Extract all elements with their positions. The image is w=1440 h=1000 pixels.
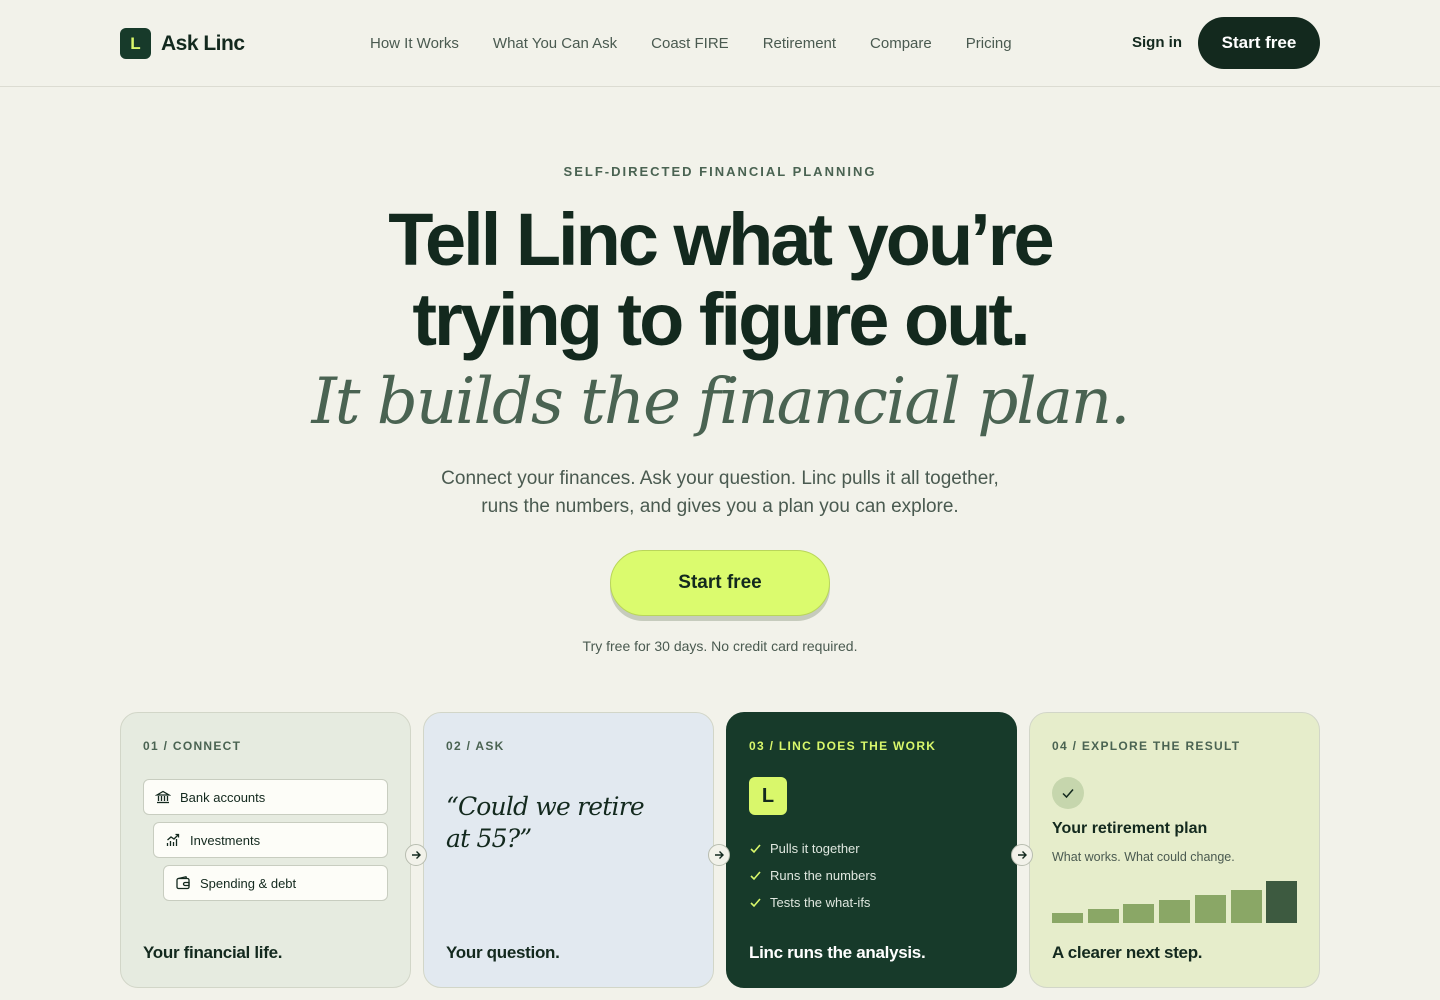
- sample-question: “Could we retire at 55?”: [446, 791, 676, 855]
- account-investments: Investments: [153, 822, 388, 858]
- nav-link-how-it-works[interactable]: How It Works: [370, 35, 459, 52]
- sample-question-line2: at 55?”: [446, 824, 532, 853]
- check-icon: [750, 898, 761, 908]
- nav-link-retirement[interactable]: Retirement: [763, 35, 836, 52]
- arrow-right-icon: [708, 844, 730, 866]
- nav-link-pricing[interactable]: Pricing: [966, 35, 1012, 52]
- hero-headline: Tell Linc what you’re trying to figure o…: [0, 200, 1440, 360]
- card-work-label: 03 / LINC DOES THE WORK: [749, 739, 937, 753]
- arrow-right-icon: [1011, 844, 1033, 866]
- nav-link-coast-fire[interactable]: Coast FIRE: [651, 35, 729, 52]
- result-title: Your retirement plan: [1052, 820, 1208, 837]
- check-item-label: Tests the what-ifs: [770, 895, 871, 910]
- card-linc-work: 03 / LINC DOES THE WORK L Pulls it toget…: [726, 712, 1017, 988]
- account-bank-label: Bank accounts: [180, 789, 266, 805]
- logo-mark-icon: L: [120, 28, 151, 59]
- chart-icon: [166, 833, 180, 846]
- linc-logo-icon: L: [749, 777, 787, 815]
- hero-subtitle-line2: runs the numbers, and gives you a plan y…: [481, 496, 959, 517]
- result-bar: [1123, 904, 1155, 923]
- hero-headline-italic: It builds the financial plan.: [311, 365, 1131, 439]
- result-subtitle: What works. What could change.: [1052, 850, 1235, 864]
- card-result: 04 / EXPLORE THE RESULT Your retirement …: [1029, 712, 1320, 988]
- card-result-footer: A clearer next step.: [1052, 943, 1203, 962]
- sign-in-link[interactable]: Sign in: [1132, 34, 1182, 51]
- result-bar: [1052, 913, 1083, 923]
- hero-subtitle: Connect your finances. Ask your question…: [420, 465, 1020, 521]
- card-work-footer: Linc runs the analysis.: [749, 943, 926, 962]
- result-bar-chart: [1052, 873, 1298, 923]
- result-bar: [1087, 909, 1119, 923]
- card-ask: 02 / ASK “Could we retire at 55?” Your q…: [423, 712, 714, 988]
- check-item: Runs the numbers: [749, 862, 876, 889]
- arrow-right-icon: [405, 844, 427, 866]
- bank-icon: [155, 790, 171, 804]
- nav-links: How It Works What You Can Ask Coast FIRE…: [370, 35, 1046, 52]
- result-bar: [1159, 900, 1191, 923]
- work-checklist: Pulls it together Runs the numbers Tests…: [749, 835, 876, 916]
- check-icon: [1062, 789, 1074, 799]
- nav-link-what-you-can-ask[interactable]: What You Can Ask: [493, 35, 617, 52]
- trial-note: Try free for 30 days. No credit card req…: [582, 638, 858, 654]
- account-spending: Spending & debt: [163, 865, 388, 901]
- logo-text: Ask Linc: [161, 31, 245, 55]
- check-item-label: Pulls it together: [770, 841, 860, 856]
- account-bank: Bank accounts: [143, 779, 388, 815]
- card-connect: 01 / CONNECT Bank accounts Investments S…: [120, 712, 411, 988]
- card-ask-footer: Your question.: [446, 943, 560, 962]
- result-bar: [1194, 895, 1226, 923]
- logo[interactable]: L Ask Linc: [120, 28, 245, 59]
- card-connect-footer: Your financial life.: [143, 943, 283, 962]
- result-bar: [1266, 881, 1298, 923]
- check-item-label: Runs the numbers: [770, 868, 877, 883]
- result-bar: [1230, 890, 1262, 923]
- hero-eyebrow: SELF-DIRECTED FINANCIAL PLANNING: [563, 164, 877, 179]
- card-result-label: 04 / EXPLORE THE RESULT: [1052, 739, 1241, 753]
- hero-headline-line1: Tell Linc what you’re: [388, 198, 1054, 281]
- check-icon: [750, 844, 761, 854]
- card-connect-label: 01 / CONNECT: [143, 739, 242, 753]
- check-item: Pulls it together: [749, 835, 876, 862]
- hero-headline-line2: trying to figure out.: [412, 278, 1030, 361]
- account-investments-label: Investments: [190, 832, 261, 848]
- check-icon: [750, 871, 761, 881]
- card-ask-label: 02 / ASK: [446, 739, 505, 753]
- hero-start-free-button[interactable]: Start free: [610, 550, 830, 616]
- nav-start-free-button[interactable]: Start free: [1198, 17, 1320, 69]
- hero-subtitle-line1: Connect your finances. Ask your question…: [441, 468, 999, 489]
- sample-question-line1: “Could we retire: [446, 792, 645, 821]
- result-check-badge: [1052, 777, 1084, 809]
- check-item: Tests the what-ifs: [749, 889, 876, 916]
- top-nav: L Ask Linc How It Works What You Can Ask…: [0, 0, 1440, 87]
- nav-link-compare[interactable]: Compare: [870, 35, 932, 52]
- account-spending-label: Spending & debt: [200, 875, 297, 891]
- wallet-icon: [176, 876, 190, 890]
